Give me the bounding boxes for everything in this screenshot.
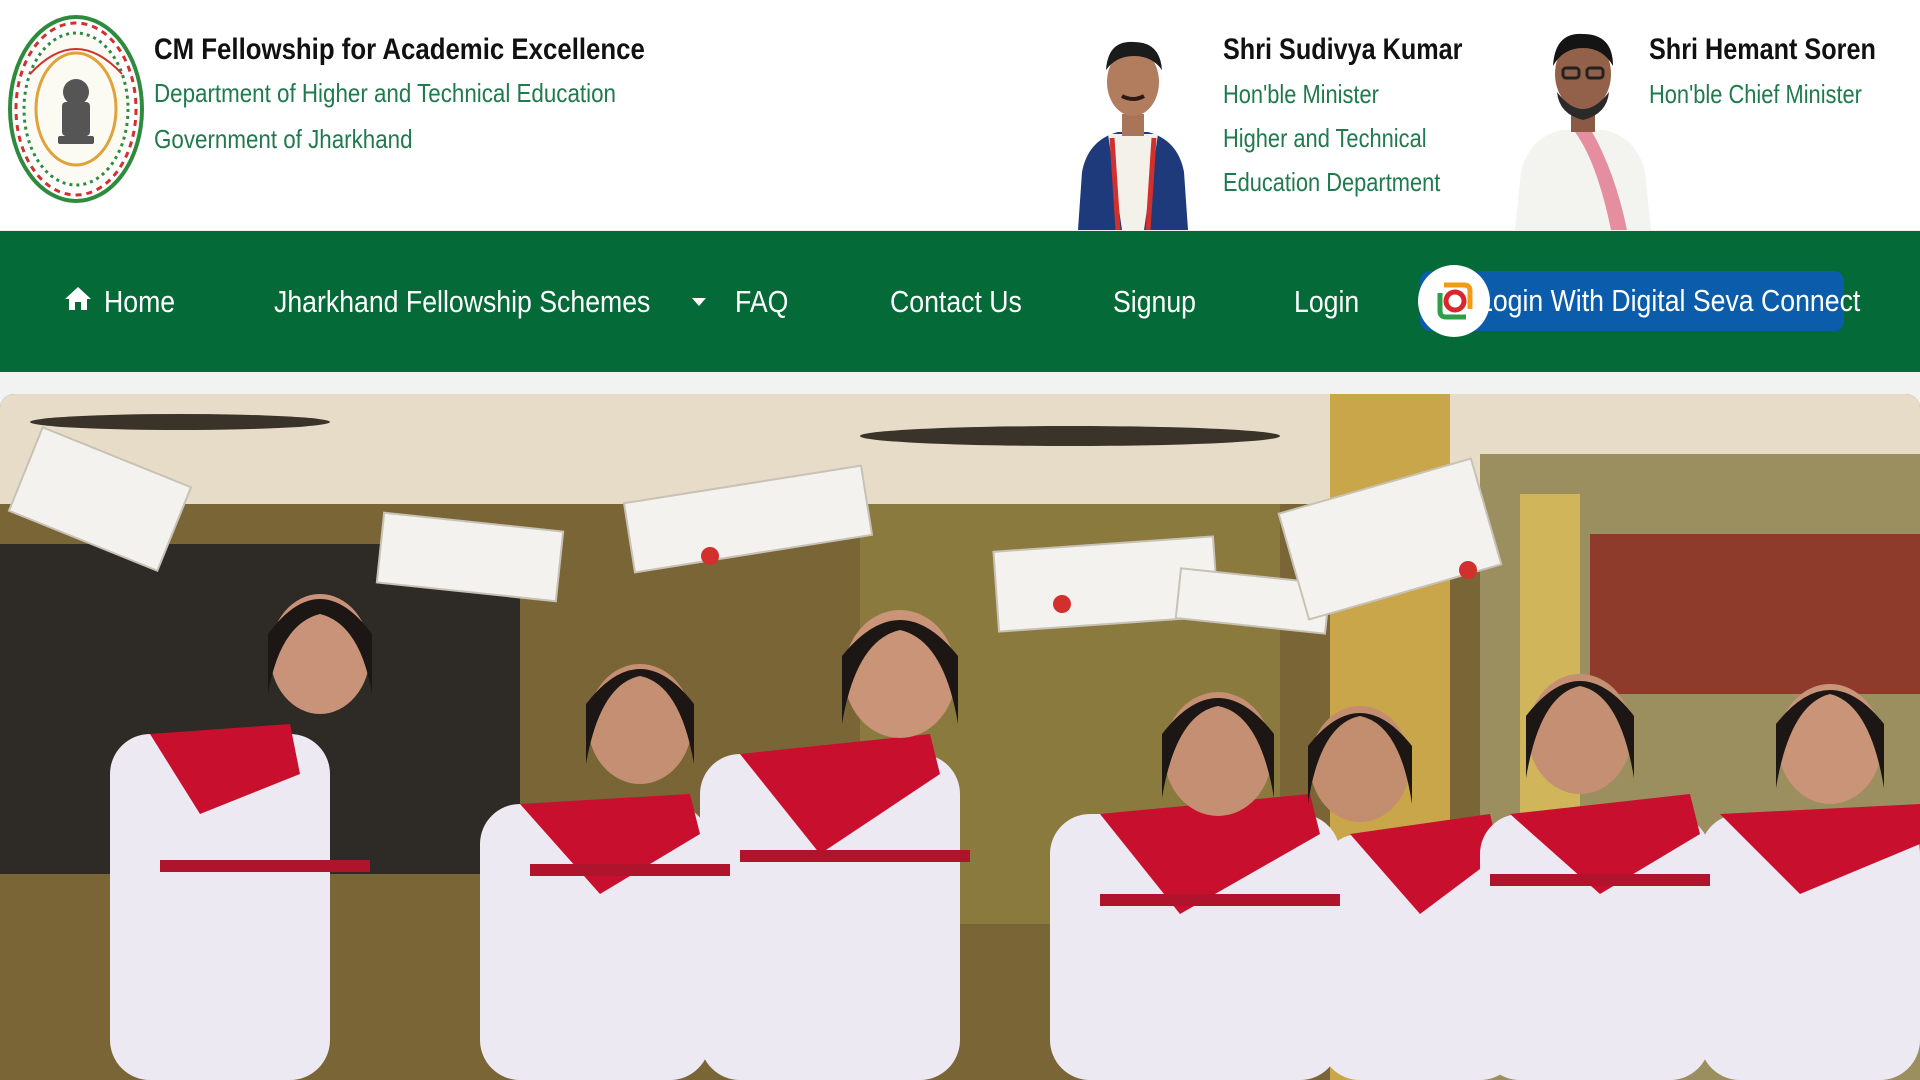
nav-signup-label: Signup xyxy=(1113,283,1197,319)
nav-contact-us-label: Contact Us xyxy=(890,283,1022,319)
site-title[interactable]: CM Fellowship for Academic Excellence xyxy=(154,30,645,70)
chief-minister-name: Shri Hemant Soren xyxy=(1649,33,1876,66)
nav-login-label: Login xyxy=(1294,283,1360,319)
minister-role-line-2: Higher and Technical xyxy=(1223,123,1427,153)
jharkhand-emblem-icon[interactable] xyxy=(8,14,144,204)
government-name: Government of Jharkhand xyxy=(154,124,413,154)
brand-block: CM Fellowship for Academic Excellence De… xyxy=(154,30,725,162)
caret-down-icon xyxy=(691,297,706,306)
minister-info: Shri Sudivya Kumar Hon'ble Minister High… xyxy=(1223,28,1508,204)
minister-name: Shri Sudivya Kumar xyxy=(1223,33,1463,66)
nav-login[interactable]: Login xyxy=(1294,231,1370,372)
nav-faq[interactable]: FAQ xyxy=(735,231,797,372)
minister-role-line-1: Hon'ble Minister xyxy=(1223,79,1379,109)
nav-home-label: Home xyxy=(104,283,176,319)
digital-seva-connect-label: Login With Digital Seva Connect xyxy=(1478,271,1920,331)
hero-banner-image xyxy=(0,394,1920,1080)
nav-fellowship-schemes-label: Jharkhand Fellowship Schemes xyxy=(274,283,651,319)
nav-home[interactable]: Home xyxy=(64,231,187,372)
chief-minister-info: Shri Hemant Soren Hon'ble Chief Minister xyxy=(1649,28,1919,116)
department-name: Department of Higher and Technical Educa… xyxy=(154,78,616,108)
chief-minister-portrait xyxy=(1515,22,1651,230)
nav-signup[interactable]: Signup xyxy=(1113,231,1210,372)
nav-contact-us[interactable]: Contact Us xyxy=(890,231,1043,372)
minister-role-line-3: Education Department xyxy=(1223,167,1441,197)
site-header: CM Fellowship for Academic Excellence De… xyxy=(0,0,1920,230)
home-icon xyxy=(64,284,92,320)
digital-seva-connect-label-text: Login With Digital Seva Connect xyxy=(1478,283,1861,318)
chief-minister-role: Hon'ble Chief Minister xyxy=(1649,79,1862,109)
nav-fellowship-schemes-dropdown[interactable]: Jharkhand Fellowship Schemes xyxy=(274,231,706,372)
minister-portrait xyxy=(1078,22,1188,230)
nav-faq-label: FAQ xyxy=(735,283,789,319)
